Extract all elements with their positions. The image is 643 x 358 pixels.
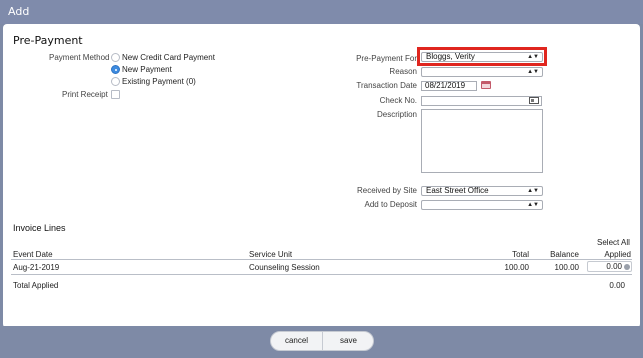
window-title: Add (0, 0, 643, 24)
transaction-date-label: Transaction Date (356, 81, 417, 90)
transaction-date-input[interactable]: 08/21/2019 (421, 81, 477, 91)
radio-new-credit-card[interactable] (111, 53, 120, 62)
print-receipt-label: Print Receipt (62, 90, 108, 99)
col-service-unit: Service Unit (249, 250, 293, 259)
description-textarea[interactable] (421, 109, 543, 173)
total-applied-label: Total Applied (13, 281, 59, 290)
clear-icon[interactable] (624, 264, 630, 270)
print-receipt-checkbox[interactable] (111, 90, 120, 99)
select-arrows-icon: ▲▼ (527, 188, 539, 194)
section-heading: Pre-Payment (13, 34, 83, 47)
total-applied-value: 0.00 (609, 281, 625, 290)
received-by-site-label: Received by Site (356, 186, 417, 195)
prepayment-for-label: Pre-Payment For (356, 54, 417, 63)
invoice-lines-heading: Invoice Lines (13, 223, 66, 233)
row-total: 100.00 (504, 263, 529, 272)
select-arrows-icon: ▲▼ (527, 202, 539, 208)
card-reader-icon[interactable] (529, 97, 539, 104)
calendar-icon[interactable] (481, 81, 491, 89)
row-event-date: Aug-21-2019 (13, 263, 60, 272)
radio-existing-payment[interactable] (111, 77, 120, 86)
add-dialog: Pre-Payment Payment Method New Credit Ca… (3, 24, 640, 328)
reason-select[interactable]: ▲▼ (421, 67, 543, 77)
action-buttons: cancel save (270, 331, 374, 351)
received-by-site-select[interactable]: East Street Office ▲▼ (421, 186, 543, 196)
select-arrows-icon: ▲▼ (527, 69, 539, 75)
add-to-deposit-select[interactable]: ▲▼ (421, 200, 543, 210)
check-no-label: Check No. (379, 96, 417, 105)
select-arrows-icon: ▲▼ (527, 54, 539, 60)
header-divider (11, 259, 632, 260)
row-divider (11, 274, 632, 275)
save-button[interactable]: save (323, 332, 374, 350)
col-event-date: Event Date (13, 250, 53, 259)
add-to-deposit-label: Add to Deposit (364, 200, 417, 209)
cancel-button[interactable]: cancel (271, 332, 322, 350)
reason-label: Reason (389, 67, 417, 76)
radio-new-credit-card-label[interactable]: New Credit Card Payment (122, 53, 215, 62)
select-all-link[interactable]: Select All (597, 238, 630, 247)
prepayment-for-select[interactable]: Bloggs, Verity ▲▼ (421, 52, 543, 62)
received-by-site-value: East Street Office (426, 186, 489, 195)
col-total: Total (512, 250, 529, 259)
col-balance: Balance (550, 250, 579, 259)
description-label: Description (376, 110, 417, 119)
payment-method-label: Payment Method (49, 53, 110, 62)
radio-existing-payment-label[interactable]: Existing Payment (0) (122, 77, 196, 86)
radio-new-payment[interactable] (111, 65, 120, 74)
radio-new-payment-label[interactable]: New Payment (122, 65, 172, 74)
row-balance: 100.00 (554, 263, 579, 272)
row-service-unit: Counseling Session (249, 263, 320, 272)
col-applied: Applied (604, 250, 631, 259)
prepayment-for-value: Bloggs, Verity (426, 52, 475, 61)
check-no-input[interactable] (421, 96, 542, 106)
